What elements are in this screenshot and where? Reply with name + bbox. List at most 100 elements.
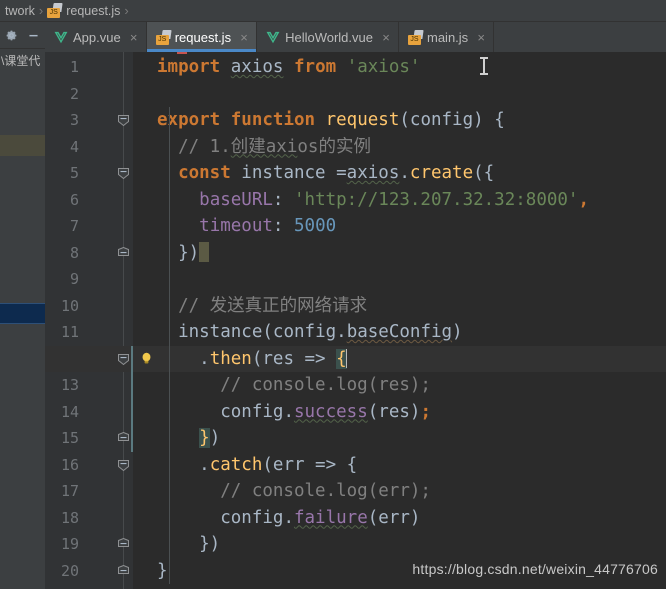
code-line[interactable]: const instance =axios.create({ [45,160,666,187]
code-line[interactable]: instance(config.baseConfig) [45,319,666,346]
project-tree-row[interactable] [0,471,45,492]
ide-window: twork › JS request.js › \课堂代 App.vue × JS r… [0,0,666,589]
editor-tab-app-vue[interactable]: App.vue × [45,22,147,52]
js-file-icon: JS [408,29,424,45]
error-stripe-mark [177,52,187,54]
project-tree-row[interactable] [0,513,45,534]
project-tree-row[interactable] [0,135,45,156]
project-tree-row[interactable] [0,450,45,471]
code-line[interactable]: config.failure(err) [45,505,666,532]
editor-tab-helloworld-vue[interactable]: HelloWorld.vue × [257,22,399,52]
project-tree-row[interactable] [0,282,45,303]
changed-lines-marker [131,345,133,452]
project-tree-row[interactable] [0,303,45,324]
code-line[interactable] [45,81,666,108]
code-line[interactable]: // 1.创建axios的实例 [45,134,666,161]
editor-tab-request-js[interactable]: JS request.js × [146,22,258,52]
project-tree-row[interactable] [0,576,45,589]
code-line[interactable]: export function request(config) { [45,107,666,134]
tab-close-icon[interactable]: × [476,31,486,44]
project-tree-row[interactable] [0,534,45,555]
minimize-icon[interactable] [24,25,44,45]
code-line[interactable]: config.success(res); [45,399,666,426]
fold-marker[interactable] [117,558,130,585]
project-tree-row[interactable] [0,387,45,408]
code-editor[interactable]: 123456789101112131415161718192021 import… [45,52,666,589]
code-line-text: } [157,560,168,581]
code-line[interactable]: // 发送真正的网络请求 [45,293,666,320]
project-tree-row[interactable] [0,555,45,576]
project-tree-row-label: \课堂代 [1,54,41,68]
fold-marker[interactable] [117,452,130,479]
code-line[interactable]: import axios from 'axios' [45,54,666,81]
tab-label: HelloWorld.vue [285,29,373,45]
code-line-text: config.success(res); [220,401,431,422]
project-tree-row[interactable] [0,240,45,261]
fold-marker[interactable] [117,531,130,558]
code-line-text: .catch(err => { [157,454,358,475]
code-line[interactable]: }) [45,240,666,267]
breadcrumb-item-folder[interactable]: twork [2,1,38,21]
code-line-text: }) [157,534,221,554]
project-tree-row[interactable] [0,345,45,366]
fold-marker[interactable] [117,346,130,373]
tab-label: request.js [174,29,232,45]
code-line[interactable]: // console.log(err); [45,478,666,505]
project-tool-window[interactable]: \课堂代 [0,22,46,589]
code-line-text: export function request(config) { [157,110,505,130]
project-panel-toolbar [0,22,45,49]
code-line[interactable]: }) [45,425,666,452]
code-line[interactable]: // console.log(res); [45,372,666,399]
intention-bulb-icon[interactable] [137,346,155,373]
project-tree-row[interactable] [0,219,45,240]
code-line[interactable]: .catch(err => { [45,452,666,479]
tab-close-icon[interactable]: × [381,31,391,44]
code-line[interactable]: timeout: 5000 [45,213,666,240]
tab-label: App.vue [73,29,121,45]
project-tree-row[interactable] [0,261,45,282]
breadcrumb-item-file[interactable]: JS request.js [44,1,123,21]
code-line[interactable] [45,584,666,589]
project-tree-row[interactable] [0,429,45,450]
project-tree-row[interactable] [0,408,45,429]
gear-icon[interactable] [2,25,22,45]
fold-marker[interactable] [117,240,130,267]
tab-label: main.js [427,29,469,45]
text-selection-block [199,241,210,262]
code-content[interactable]: import axios from 'axios' export function… [45,52,666,589]
tab-close-icon[interactable]: × [239,31,249,44]
project-tree-row[interactable] [0,72,45,93]
code-line[interactable]: }) [45,531,666,558]
code-line-text: timeout: 5000 [199,216,337,236]
text-caret [345,348,347,368]
editor-tab-main-js[interactable]: JS main.js × [399,22,495,52]
project-tree-row[interactable] [0,177,45,198]
fold-marker[interactable] [117,160,130,187]
code-line[interactable]: baseURL: 'http://123.207.32.32:8000', [45,187,666,214]
fold-marker[interactable] [117,107,130,134]
js-file-icon: JS [155,29,172,45]
code-line-text: // 1.创建axios的实例 [178,136,371,157]
code-line[interactable] [45,266,666,293]
mouse-text-cursor [480,57,488,75]
tab-close-icon[interactable]: × [129,31,139,44]
watermark-text: https://blog.csdn.net/weixin_44776706 [412,561,658,577]
project-tree-row[interactable] [0,198,45,219]
project-tree-row[interactable] [0,93,45,114]
breadcrumb-separator-icon: › [38,2,44,18]
project-tree-row[interactable] [0,114,45,135]
code-line-text: const instance =axios.create({ [178,163,495,183]
vue-file-icon [266,30,280,44]
code-line-text: instance(config.baseConfig) [178,322,463,342]
project-tree-row[interactable] [0,366,45,387]
code-line-text: import axios from 'axios' [157,57,421,77]
project-tree-row[interactable] [0,492,45,513]
fold-marker[interactable] [117,425,130,452]
editor-tab-bar[interactable]: App.vue × JS request.js × HelloWorld.vue × JS ma… [45,22,666,53]
code-line-text: // console.log(err); [220,481,431,501]
project-tree-row[interactable] [0,324,45,345]
project-tree-row[interactable] [0,156,45,177]
project-tree[interactable]: \课堂代 [0,49,45,589]
vue-file-icon [54,30,68,44]
project-tree-row[interactable]: \课堂代 [0,51,45,72]
